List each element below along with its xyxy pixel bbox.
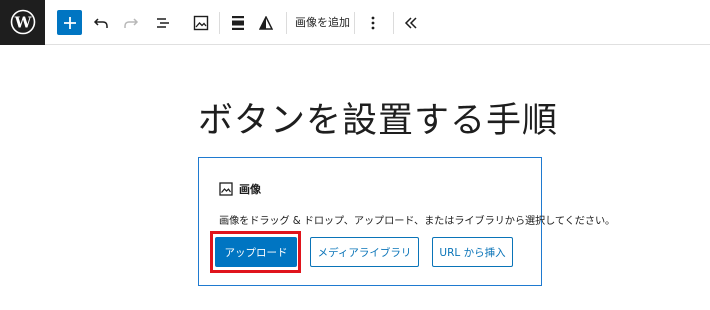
image-icon [193,15,209,31]
duotone-button[interactable] [256,9,276,37]
toolbar-divider [286,12,287,34]
add-block-button[interactable] [57,10,82,35]
toolbar-divider [393,12,394,34]
block-label-text: 画像 [239,183,261,196]
page-title[interactable]: ボタンを設置する手順 [198,92,558,143]
add-image-menu-button[interactable]: 画像を追加 [295,14,350,30]
more-vertical-icon [371,16,375,30]
image-block-placeholder[interactable]: 画像 画像をドラッグ & ドロップ、アップロード、またはライブラリから選択してく… [198,157,615,286]
redo-button[interactable] [121,9,141,37]
upload-button[interactable]: アップロード [215,237,297,267]
block-label: 画像 [219,181,261,197]
duotone-icon [259,16,273,30]
redo-icon [124,18,139,28]
toolbar-divider [219,12,220,34]
undo-button[interactable] [91,9,111,37]
undo-icon [93,18,108,28]
more-options-button[interactable] [364,9,382,37]
insert-from-url-button[interactable]: URL から挿入 [432,237,513,267]
list-view-button[interactable] [153,9,173,37]
chevron-double-left-icon [404,17,417,29]
wordpress-logo-icon[interactable]: W [0,0,45,45]
toolbar-divider [354,12,355,34]
block-instructions: 画像をドラッグ & ドロップ、アップロード、またはライブラリから選択してください… [219,216,616,227]
image-icon [219,182,233,196]
collapse-toolbar-button[interactable] [402,9,420,37]
image-block-button[interactable] [190,9,212,37]
plus-icon [63,16,76,29]
list-view-icon [157,18,169,28]
media-library-button[interactable]: メディアライブラリ [310,237,419,267]
svg-text:W: W [13,14,32,32]
align-button[interactable] [228,9,248,37]
align-icon [232,16,244,30]
